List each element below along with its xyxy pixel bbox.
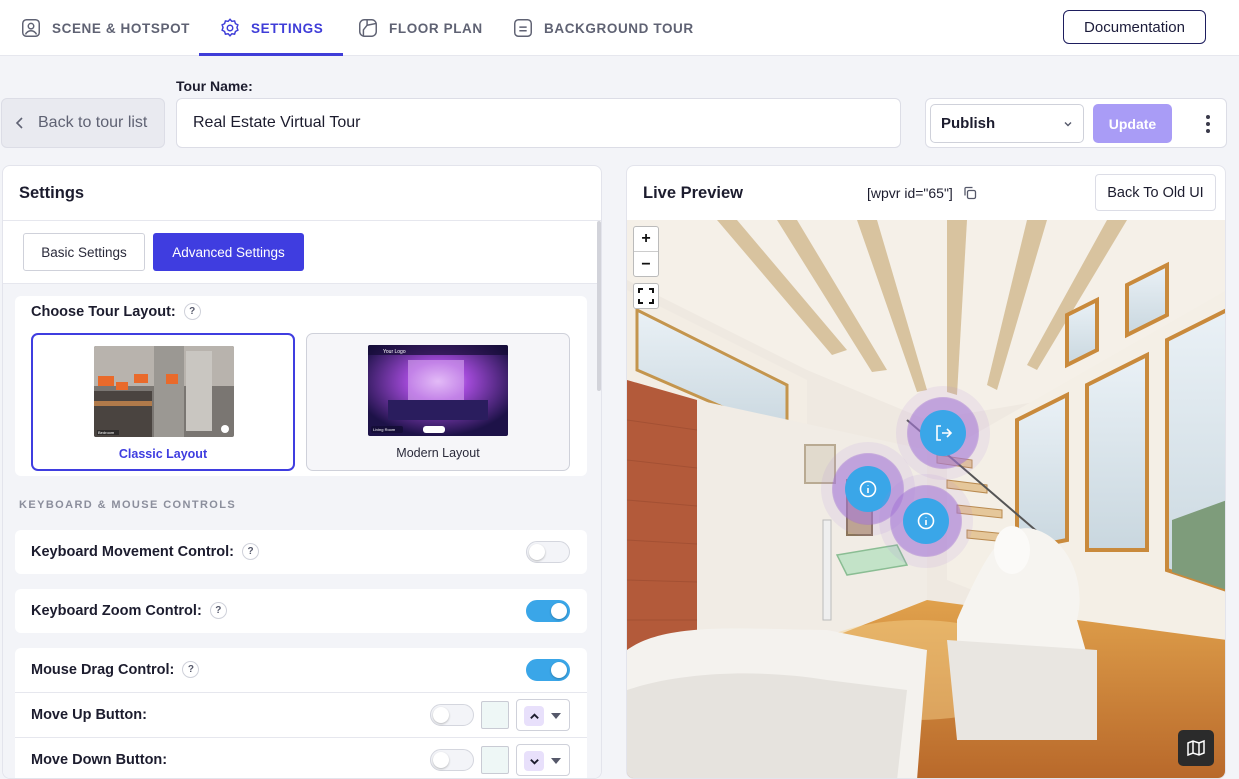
background-tour-icon bbox=[514, 19, 532, 37]
classic-layout-thumbnail: Bedroom bbox=[94, 346, 234, 437]
tour-name-input[interactable] bbox=[176, 98, 901, 148]
chevron-up-icon bbox=[524, 706, 544, 726]
tour-layout-label: Choose Tour Layout: ? bbox=[31, 303, 201, 320]
chevron-left-icon bbox=[15, 117, 23, 129]
documentation-button[interactable]: Documentation bbox=[1063, 10, 1206, 44]
live-preview-panel: Live Preview [wpvr id="65"] Back To Old … bbox=[626, 165, 1226, 779]
panorama-viewer[interactable]: + − bbox=[627, 220, 1225, 778]
tab-label: SETTINGS bbox=[251, 20, 324, 36]
tour-layout-label-text: Choose Tour Layout: bbox=[31, 303, 176, 320]
section-title-keyboard-mouse: KEYBOARD & MOUSE CONTROLS bbox=[19, 499, 237, 511]
tab-floor-plan[interactable]: FLOOR PLAN bbox=[357, 0, 483, 56]
layout-option-modern[interactable]: Your Logo Living Room Modern Layout bbox=[306, 333, 570, 471]
preview-title: Live Preview bbox=[643, 184, 743, 202]
zoom-controls: + − bbox=[633, 226, 659, 277]
zoom-in-button[interactable]: + bbox=[634, 227, 658, 252]
tour-layout-card: Choose Tour Layout: ? Bedroom Classic La… bbox=[15, 296, 587, 476]
info-icon bbox=[917, 512, 935, 530]
caret-down-icon bbox=[551, 713, 561, 719]
basic-settings-tab[interactable]: Basic Settings bbox=[23, 233, 145, 271]
help-icon[interactable]: ? bbox=[209, 602, 227, 619]
tab-background-tour[interactable]: BACKGROUND TOUR bbox=[512, 0, 694, 56]
help-icon[interactable]: ? bbox=[242, 543, 260, 560]
svg-text:Living Room: Living Room bbox=[373, 427, 396, 432]
setting-label-text: Mouse Drag Control: bbox=[31, 661, 175, 678]
status-select[interactable]: Publish bbox=[930, 104, 1084, 143]
divider bbox=[15, 692, 587, 693]
move-down-color-picker[interactable] bbox=[481, 746, 509, 774]
help-icon[interactable]: ? bbox=[183, 303, 201, 320]
publish-controls: Publish Update bbox=[925, 98, 1227, 148]
caret-down-icon bbox=[551, 758, 561, 764]
settings-panel: Settings Basic Settings Advanced Setting… bbox=[2, 165, 602, 779]
map-icon bbox=[1187, 739, 1205, 757]
settings-scrollbar[interactable] bbox=[597, 221, 601, 391]
setting-label: Keyboard Movement Control: ? bbox=[31, 543, 260, 560]
setting-label-text: Keyboard Zoom Control: bbox=[31, 602, 202, 619]
tab-label: BACKGROUND TOUR bbox=[544, 20, 694, 36]
setting-row-keyboard-zoom: Keyboard Zoom Control: ? bbox=[15, 589, 587, 633]
back-label: Back to tour list bbox=[38, 114, 148, 131]
chevron-down-icon bbox=[1064, 121, 1072, 126]
top-navigation: SCENE & HOTSPOT SETTINGS FLOOR PLAN BACK… bbox=[0, 0, 1239, 56]
layout-name: Classic Layout bbox=[118, 447, 208, 461]
move-down-toggle[interactable] bbox=[430, 749, 474, 771]
move-up-icon-select[interactable] bbox=[516, 699, 570, 731]
tour-name-label: Tour Name: bbox=[176, 78, 253, 94]
move-down-icon-select[interactable] bbox=[516, 744, 570, 776]
divider bbox=[3, 220, 601, 221]
scene-icon bbox=[22, 19, 40, 37]
copy-icon[interactable] bbox=[963, 186, 977, 200]
exit-icon bbox=[936, 425, 953, 441]
mouse-drag-toggle[interactable] bbox=[526, 659, 570, 681]
floor-map-button[interactable] bbox=[1178, 730, 1214, 766]
help-icon[interactable]: ? bbox=[182, 661, 200, 678]
divider bbox=[15, 737, 587, 738]
advanced-settings-tab[interactable]: Advanced Settings bbox=[153, 233, 304, 271]
back-to-old-ui-button[interactable]: Back To Old UI bbox=[1095, 174, 1216, 211]
status-selected-value: Publish bbox=[941, 115, 996, 132]
tab-label: SCENE & HOTSPOT bbox=[52, 20, 191, 36]
move-up-label: Move Up Button: bbox=[31, 707, 147, 723]
info-icon bbox=[859, 480, 877, 498]
back-to-tour-list-button[interactable]: Back to tour list bbox=[1, 98, 165, 148]
svg-text:Bedroom: Bedroom bbox=[98, 430, 115, 435]
layout-name: Modern Layout bbox=[396, 446, 480, 460]
zoom-out-button[interactable]: − bbox=[634, 252, 658, 277]
setting-label: Mouse Drag Control: ? bbox=[31, 661, 200, 678]
modern-layout-thumbnail: Your Logo Living Room bbox=[368, 345, 508, 436]
keyboard-movement-toggle[interactable] bbox=[526, 541, 570, 563]
tab-settings[interactable]: SETTINGS bbox=[198, 0, 344, 56]
floor-plan-icon bbox=[359, 19, 377, 37]
keyboard-zoom-toggle[interactable] bbox=[526, 600, 570, 622]
setting-label: Keyboard Zoom Control: ? bbox=[31, 602, 227, 619]
hotspot-info[interactable] bbox=[845, 466, 891, 512]
fullscreen-icon bbox=[638, 288, 654, 304]
layout-option-classic[interactable]: Bedroom Classic Layout bbox=[31, 333, 295, 471]
setting-label-text: Keyboard Movement Control: bbox=[31, 543, 235, 560]
settings-scroll-area[interactable]: Choose Tour Layout: ? Bedroom Classic La… bbox=[3, 284, 601, 778]
shortcode: [wpvr id="65"] bbox=[867, 185, 977, 201]
tab-label: FLOOR PLAN bbox=[389, 20, 483, 36]
shortcode-text: [wpvr id="65"] bbox=[867, 185, 953, 201]
chevron-down-icon bbox=[524, 751, 544, 771]
hotspot-info[interactable] bbox=[903, 498, 949, 544]
hotspot-scene-link[interactable] bbox=[920, 410, 966, 456]
more-options-icon[interactable] bbox=[1198, 111, 1218, 137]
update-button[interactable]: Update bbox=[1093, 104, 1172, 143]
setting-row-keyboard-movement: Keyboard Movement Control: ? bbox=[15, 530, 587, 574]
svg-text:Your Logo: Your Logo bbox=[383, 349, 406, 355]
move-down-label: Move Down Button: bbox=[31, 752, 168, 768]
settings-title: Settings bbox=[19, 184, 85, 202]
fullscreen-button[interactable] bbox=[633, 283, 659, 309]
gear-icon bbox=[221, 18, 239, 37]
setting-group-mouse-drag: Mouse Drag Control: ? Move Up Button: Mo… bbox=[15, 648, 587, 778]
move-up-color-picker[interactable] bbox=[481, 701, 509, 729]
tab-scene-hotspot[interactable]: SCENE & HOTSPOT bbox=[20, 0, 190, 56]
move-up-toggle[interactable] bbox=[430, 704, 474, 726]
